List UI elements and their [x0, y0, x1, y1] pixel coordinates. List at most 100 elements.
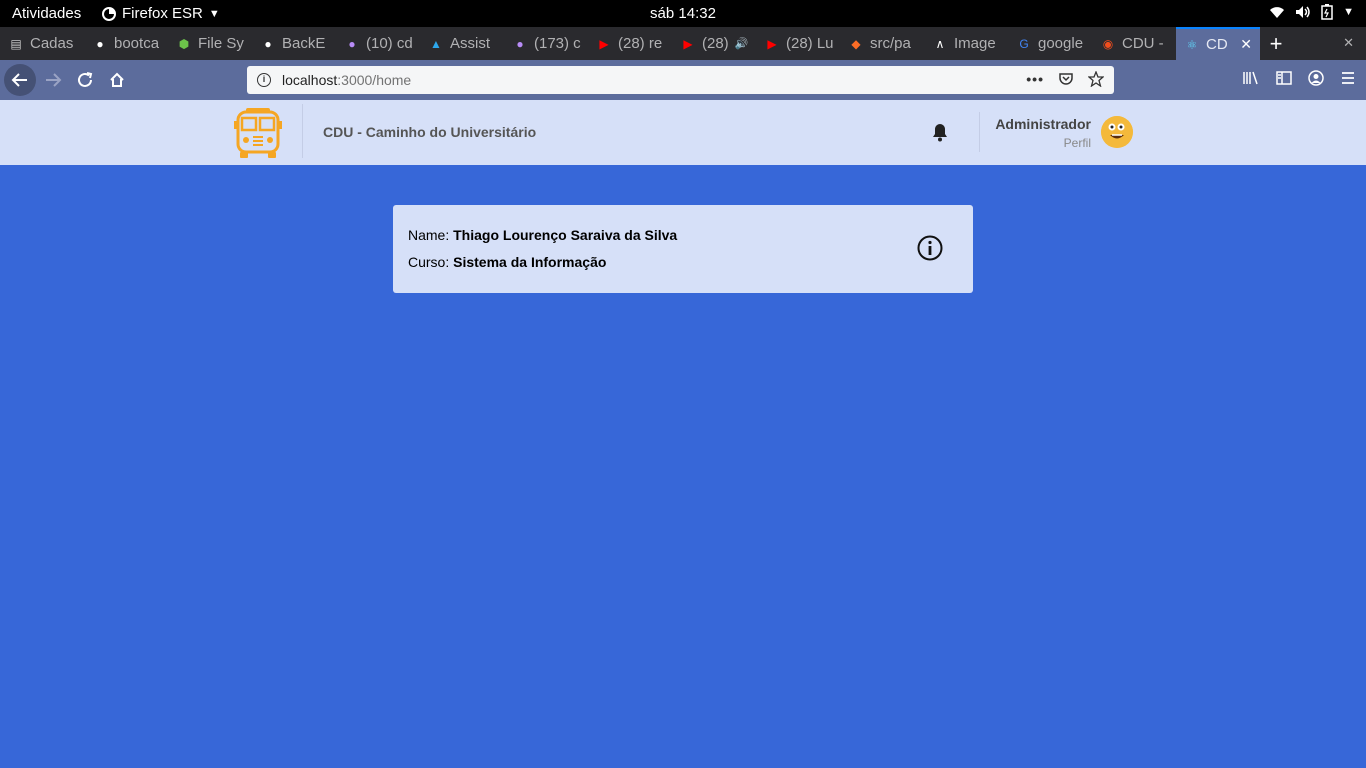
close-window-icon[interactable]: ✕	[1343, 35, 1354, 51]
app-header: CDU - Caminho do Universitário Administr…	[0, 100, 1366, 165]
react-icon: ⚛	[1186, 37, 1198, 52]
figma-icon: ◉	[1102, 36, 1114, 51]
avatar[interactable]	[1101, 116, 1133, 148]
github-icon: ●	[96, 36, 104, 51]
system-top-bar: Atividades Firefox ESR ▼ sáb 14:32 ▼	[0, 0, 1366, 27]
tab-strip: ▤ Cadas ● bootca ⬢ File Sy ● BackE ● (10) cd ▲ Assi…	[0, 27, 1366, 60]
account-icon[interactable]	[1308, 70, 1324, 86]
wave-icon: ▲	[430, 36, 442, 51]
name-label: Name:	[408, 227, 450, 243]
arrow-left-icon	[11, 73, 27, 87]
chevron-down-icon: ▼	[208, 7, 220, 20]
browser-tab[interactable]: ● bootca	[84, 27, 168, 60]
app-menu-label: Firefox ESR	[122, 5, 203, 22]
browser-tab[interactable]: ▶ (28) re	[588, 27, 672, 60]
header-divider	[979, 112, 980, 152]
tab-label: src/pa	[870, 35, 911, 52]
tab-label: (173) c	[534, 35, 581, 52]
tab-label: File Sy	[198, 35, 244, 52]
gitlab-icon: ◆	[851, 36, 861, 51]
tab-label: Assist	[450, 35, 491, 52]
bell-icon[interactable]	[931, 122, 949, 142]
url-bar[interactable]: i localhost:3000/home •••	[247, 66, 1114, 94]
github-icon: ●	[264, 36, 272, 51]
new-tab-button[interactable]: +	[1260, 27, 1292, 60]
student-name-row: Name: Thiago Lourenço Saraiva da Silva	[408, 227, 677, 243]
page-actions-icon[interactable]: •••	[1026, 71, 1044, 87]
home-icon	[110, 72, 124, 87]
back-button[interactable]	[4, 64, 36, 96]
notification-icon: ●	[516, 36, 524, 51]
firefox-app-icon	[102, 6, 116, 21]
pocket-icon[interactable]	[1058, 71, 1074, 87]
sidebar-icon[interactable]	[1276, 70, 1292, 86]
browser-tab[interactable]: ● (173) c	[504, 27, 588, 60]
tab-label: BackE	[282, 35, 326, 52]
user-name[interactable]: Administrador	[995, 116, 1091, 132]
browser-tab[interactable]: ▲ Assist	[420, 27, 504, 60]
browser-tab[interactable]: ▤ Cadas	[0, 27, 84, 60]
tab-label: Cadas	[30, 35, 74, 52]
close-tab-icon[interactable]: ✕	[1240, 36, 1252, 53]
nodejs-icon: ⬢	[178, 36, 190, 51]
youtube-icon: ▶	[683, 36, 693, 51]
youtube-icon: ▶	[599, 36, 609, 51]
navigation-toolbar: i localhost:3000/home •••	[0, 60, 1366, 100]
app-title: CDU - Caminho do Universitário	[323, 124, 537, 140]
browser-tab[interactable]: ◆ src/pa	[840, 27, 924, 60]
tab-label: (28)	[702, 35, 729, 52]
student-course-row: Curso: Sistema da Informação	[408, 254, 606, 270]
browser-tab[interactable]: ∧ Image	[924, 27, 1008, 60]
site-info-icon[interactable]: i	[257, 73, 271, 87]
clock[interactable]: sáb 14:32	[650, 5, 716, 22]
arrow-right-icon	[46, 73, 62, 87]
caret-logo-icon: ∧	[935, 36, 945, 51]
notification-icon: ●	[348, 36, 356, 51]
browser-tab[interactable]: ⚛ CD ✕	[1176, 27, 1260, 60]
student-card: Name: Thiago Lourenço Saraiva da Silva C…	[393, 205, 973, 293]
url-host: localhost	[282, 72, 338, 88]
google-icon: G	[1019, 36, 1029, 51]
name-value: Thiago Lourenço Saraiva da Silva	[453, 227, 678, 243]
youtube-icon: ▶	[767, 36, 777, 51]
forward-button[interactable]	[37, 64, 69, 96]
browser-tab[interactable]: ◉ CDU -	[1092, 27, 1176, 60]
user-role: Perfil	[1063, 136, 1091, 150]
tab-label: (10) cd	[366, 35, 413, 52]
url-text[interactable]: localhost:3000/home	[282, 72, 411, 88]
browser-tab[interactable]: ● BackE	[252, 27, 336, 60]
activities-button[interactable]: Atividades	[12, 5, 81, 22]
app-menu[interactable]: Firefox ESR ▼	[102, 5, 220, 22]
volume-icon	[1296, 6, 1310, 18]
browser-tab[interactable]: ▶ (28) 🔊	[672, 27, 756, 60]
info-icon[interactable]	[916, 234, 944, 262]
url-path: :3000/home	[337, 72, 412, 88]
hamburger-menu-icon[interactable]	[1340, 70, 1356, 86]
tab-label: Image	[954, 35, 996, 52]
tab-audio-icon[interactable]: 🔊	[735, 37, 749, 50]
tab-label: CD	[1206, 36, 1228, 53]
bookmark-star-icon[interactable]	[1088, 71, 1104, 87]
tab-label: CDU -	[1122, 35, 1164, 52]
browser-tab[interactable]: ▶ (28) Lu	[756, 27, 840, 60]
chevron-down-icon: ▼	[1343, 6, 1354, 18]
course-value: Sistema da Informação	[453, 254, 607, 270]
wifi-icon	[1270, 7, 1285, 18]
tab-label: google	[1038, 35, 1084, 52]
bus-logo-icon[interactable]	[232, 107, 284, 159]
browser-tab[interactable]: Ggoogle	[1008, 27, 1092, 60]
reload-button[interactable]	[69, 64, 101, 96]
course-label: Curso:	[408, 254, 450, 270]
header-divider	[302, 104, 303, 158]
home-button[interactable]	[101, 64, 133, 96]
browser-tab[interactable]: ⬢ File Sy	[168, 27, 252, 60]
tab-label: (28) Lu	[786, 35, 834, 52]
system-tray[interactable]: ▼	[1269, 4, 1354, 20]
tab-label: (28) re	[618, 35, 663, 52]
battery-icon	[1321, 4, 1333, 20]
document-icon: ▤	[10, 36, 22, 51]
reload-icon	[78, 72, 93, 87]
library-icon[interactable]	[1242, 70, 1260, 86]
tab-label: bootca	[114, 35, 160, 52]
browser-tab[interactable]: ● (10) cd	[336, 27, 420, 60]
